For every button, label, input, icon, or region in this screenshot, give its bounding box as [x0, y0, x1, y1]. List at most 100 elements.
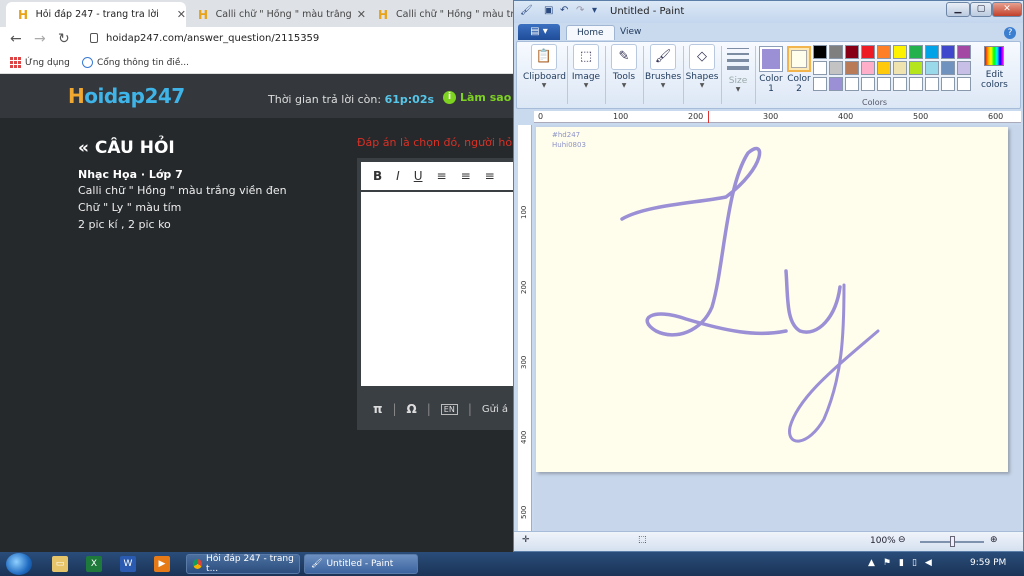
palette-swatch[interactable] [941, 61, 955, 75]
palette-swatch[interactable] [845, 61, 859, 75]
paint-title-bar[interactable]: 🖌 ▣ ↶ ↷ ▾ Untitled - Paint ▁ ▢ ✕ [514, 1, 1023, 23]
palette-swatch[interactable] [813, 45, 827, 59]
help-link[interactable]: i Làm sao đ [443, 91, 523, 104]
close-icon[interactable]: ✕ [357, 8, 366, 21]
minimize-button[interactable]: ▁ [946, 2, 970, 17]
redo-icon[interactable]: ↷ [576, 5, 588, 17]
palette-swatch[interactable] [957, 61, 971, 75]
question-heading[interactable]: « CÂU HỎI [78, 138, 175, 158]
file-menu-button[interactable]: ▤ ▾ [518, 24, 560, 40]
brushes-group[interactable]: 🖌 Brushes ▼ [645, 44, 681, 89]
palette-swatch[interactable] [957, 45, 971, 59]
palette-swatch[interactable] [925, 77, 939, 91]
palette-swatch[interactable] [813, 77, 827, 91]
bookmark-portal[interactable]: Cổng thông tin điề... [82, 57, 189, 68]
undo-icon[interactable]: ↶ [560, 5, 572, 17]
palette-swatch[interactable] [845, 77, 859, 91]
vertical-ruler: 100 200 300 400 500 [518, 125, 532, 531]
maximize-button[interactable]: ▢ [970, 2, 992, 17]
tab-home[interactable]: Home [566, 25, 615, 40]
help-icon[interactable]: ? [1004, 27, 1016, 39]
omega-icon[interactable]: Ω [407, 402, 417, 416]
battery-icon[interactable]: ▯ [912, 558, 917, 568]
media-player-icon[interactable]: ▶ [154, 556, 170, 572]
size-group[interactable]: Size ▼ [723, 44, 753, 93]
pi-icon[interactable]: π [373, 402, 383, 416]
customize-quick-access-icon[interactable]: ▾ [592, 5, 604, 17]
browser-tab-calli-1[interactable]: H Calli chữ " Hồng " màu trắng viề ✕ [186, 2, 366, 27]
palette-swatch[interactable] [861, 61, 875, 75]
back-arrow-icon[interactable]: ← [10, 31, 22, 47]
color1-button[interactable]: Color 1 [757, 46, 785, 94]
windows-taskbar: ▭ X W ▶ Hỏi đáp 247 - trang t... 🖌 Untit… [0, 552, 1024, 576]
align-right-icon[interactable]: ≡ [485, 169, 495, 183]
palette-swatch[interactable] [925, 45, 939, 59]
italic-icon[interactable]: I [396, 169, 400, 183]
palette-swatch[interactable] [941, 45, 955, 59]
edit-colors-button[interactable]: Edit colors [981, 46, 1008, 90]
language-icon[interactable]: EN [440, 403, 458, 415]
palette-swatch[interactable] [829, 45, 843, 59]
taskbar-chrome-button[interactable]: Hỏi đáp 247 - trang t... [186, 554, 300, 574]
palette-swatch[interactable] [909, 77, 923, 91]
underline-icon[interactable]: U [414, 169, 423, 183]
reload-icon[interactable]: ↻ [58, 31, 70, 47]
palette-swatch[interactable] [877, 61, 891, 75]
align-center-icon[interactable]: ≡ [461, 169, 471, 183]
palette-swatch[interactable] [925, 61, 939, 75]
palette-swatch[interactable] [829, 77, 843, 91]
palette-swatch[interactable] [893, 77, 907, 91]
clipboard-group[interactable]: 📋 Clipboard ▼ [523, 44, 566, 89]
palette-swatch[interactable] [893, 61, 907, 75]
image-group[interactable]: ⬚ Image ▼ [569, 44, 603, 89]
send-answer-button[interactable]: Gửi á [482, 404, 508, 415]
browser-tab-hoidap[interactable]: H Hỏi đáp 247 - trang tra lời ✕ [6, 2, 186, 27]
excel-icon[interactable]: X [86, 556, 102, 572]
palette-swatch[interactable] [845, 45, 859, 59]
zoom-out-icon[interactable]: ⊖ [898, 535, 906, 545]
question-line-1: Calli chữ " Hồng " màu trắng viền đen [78, 184, 287, 197]
word-icon[interactable]: W [120, 556, 136, 572]
close-icon[interactable]: ✕ [177, 8, 186, 21]
palette-swatch[interactable] [813, 61, 827, 75]
tab-view[interactable]: View [610, 25, 651, 39]
answer-textarea[interactable] [361, 192, 517, 386]
palette-swatch[interactable] [893, 45, 907, 59]
hoidap247-logo[interactable]: Hoidap247 [68, 84, 185, 108]
palette-swatch[interactable] [861, 45, 875, 59]
close-button[interactable]: ✕ [992, 2, 1022, 17]
taskbar-clock[interactable]: 9:59 PM [970, 558, 1006, 568]
zoom-in-icon[interactable]: ⊕ [990, 535, 998, 545]
explorer-icon[interactable]: ▭ [52, 556, 68, 572]
palette-swatch[interactable] [909, 61, 923, 75]
drawing-canvas[interactable]: #hd247 Huhi0803 [536, 127, 1008, 472]
zoom-slider[interactable] [920, 536, 984, 547]
paint-app-icon[interactable]: 🖌 [520, 5, 533, 17]
palette-swatch[interactable] [829, 61, 843, 75]
save-icon[interactable]: ▣ [544, 5, 556, 17]
palette-swatch[interactable] [861, 77, 875, 91]
palette-swatch[interactable] [877, 77, 891, 91]
tools-group[interactable]: ✎ Tools ▼ [607, 44, 641, 89]
forward-arrow-icon[interactable]: → [34, 31, 46, 47]
tools-icon: ✎ [611, 44, 637, 70]
action-center-icon[interactable]: ⚑ [883, 558, 891, 568]
bold-icon[interactable]: B [373, 169, 382, 183]
align-left-icon[interactable]: ≡ [437, 169, 447, 183]
volume-icon[interactable]: ◀ [925, 558, 932, 568]
palette-swatch[interactable] [909, 45, 923, 59]
network-icon[interactable]: ▮ [899, 558, 904, 568]
bookmark-apps[interactable]: Ứng dụng [10, 57, 70, 68]
start-button[interactable] [6, 553, 32, 575]
address-bar[interactable]: hoidap247.com/answer_question/2115359 [106, 33, 319, 44]
desktop: H Hỏi đáp 247 - trang tra lời ✕ H Calli … [0, 0, 1024, 576]
palette-swatch[interactable] [957, 77, 971, 91]
show-hidden-icons-icon[interactable]: ▲ [868, 558, 875, 568]
taskbar-paint-button[interactable]: 🖌 Untitled - Paint [304, 554, 418, 574]
palette-swatch[interactable] [941, 77, 955, 91]
palette-swatch[interactable] [877, 45, 891, 59]
timer-value: 61p:02s [384, 93, 435, 106]
color2-button[interactable]: Color 2 [785, 46, 813, 94]
shapes-group[interactable]: ◇ Shapes ▼ [685, 44, 719, 89]
browser-tab-calli-2[interactable]: H Calli chữ " Hồng " màu trắng v [366, 2, 516, 27]
